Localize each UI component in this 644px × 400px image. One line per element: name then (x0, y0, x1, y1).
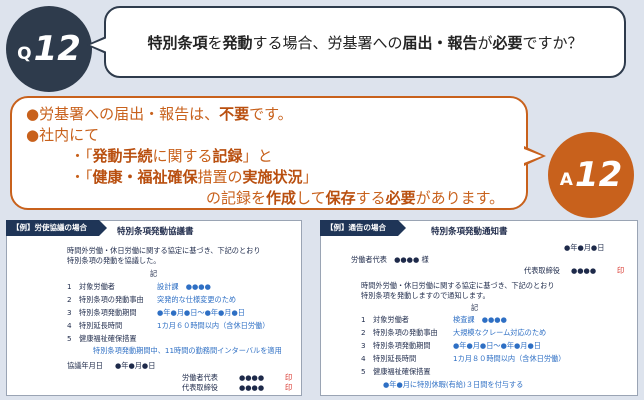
a-text: する (355, 189, 386, 207)
measure-text: 特別条項発動期間中、11時間の勤務間インターバルを適用 (93, 346, 282, 355)
a-emph: 実施状況 (242, 168, 303, 186)
row-label: 特別条項発動期間 (79, 308, 137, 317)
intro-line: 時間外労働・休日労働に関する協定に基づき、下記のとおり (361, 281, 555, 290)
signer-name: ●●●● (239, 373, 265, 382)
a-emph: 保存 (325, 189, 356, 207)
sender-name: ●●●● (571, 266, 597, 275)
q-part: 必要 (492, 33, 523, 52)
q-part: 届出・報告 (402, 33, 478, 52)
row-label: 対象労働者 (373, 315, 409, 324)
a-text: 」と (242, 147, 273, 165)
a-text: ・「 (70, 168, 93, 186)
answer-line-3: ・「発動手続に関する記録」と (26, 146, 512, 167)
measure-text: ●年●月に特別休暇(有給)３日間を付与する (383, 380, 524, 389)
answer-line-1: ●労基署への届出・報告は、不要です。 (26, 104, 512, 125)
question-text: 特別条項を発動する場合、労基署への届出・報告が必要ですか？ (147, 32, 582, 53)
a-text: 」 (302, 168, 318, 186)
row-no: 3 (67, 308, 72, 317)
signer-label: 代表取締役 (182, 383, 218, 392)
row-no: 5 (67, 334, 72, 343)
row-label: 健康福祉確保措置 (373, 367, 431, 376)
issue-date: ●年●月●日 (564, 243, 605, 252)
a-text: 措置の (197, 168, 243, 186)
date-label: 協議年月日 (67, 361, 103, 370)
a-emph: 健康・福祉確保 (92, 168, 198, 186)
question-bubble-tail-inner (90, 38, 107, 52)
answer-number: 12 (574, 155, 623, 195)
row-label: 特別条項の発動事由 (79, 295, 144, 304)
q-part: 発動 (222, 33, 253, 52)
answer-line-5: の記録を作成して保存する必要があります。 (26, 188, 512, 209)
answer-badge: A 12 (548, 132, 634, 218)
a-text: です。 (249, 105, 293, 123)
row-no: 2 (361, 328, 366, 337)
row-label: 特別条項の発動事由 (373, 328, 438, 337)
ki-label: 記 (150, 269, 158, 278)
signer-name: ●●●● (239, 383, 265, 392)
a-emph: 記録 (212, 147, 243, 165)
row-label: 特別条項発動期間 (373, 341, 431, 350)
a-emph: 発動手続 (92, 147, 153, 165)
document-tag: 【例】通告の場合 (320, 220, 406, 236)
question-bubble: 特別条項を発動する場合、労基署への届出・報告が必要ですか？ (104, 6, 626, 78)
row-value: 1カ月６０時間以内（含休日労働） (157, 321, 270, 330)
row-value: ●年●月●日～●年●月●日 (157, 308, 245, 317)
sender-label: 代表取締役 (524, 266, 560, 275)
q-part: する場合、労基署への (252, 33, 403, 52)
a-text: の記録を (206, 189, 267, 207)
addressee: 労働者代表 ●●●● 様 (351, 255, 429, 264)
document-title: 特別条項発動通知書 (431, 227, 508, 237)
intro-line: 特別条項を発動しますので通知します。 (361, 291, 490, 300)
signer-label: 労働者代表 (182, 373, 218, 382)
row-no: 1 (67, 282, 72, 291)
row-value: ●年●月●日～●年●月●日 (453, 341, 541, 350)
a-text: ・「 (70, 147, 93, 165)
row-no: 1 (361, 315, 366, 324)
question-number: 12 (33, 29, 81, 69)
q-part: が (477, 33, 493, 52)
a-emph: 不要 (219, 105, 250, 123)
seal-mark: 印 (617, 266, 625, 275)
ki-label: 記 (471, 303, 479, 312)
row-value: 設計課 ●●●● (157, 282, 211, 291)
question-badge: Q 12 (6, 6, 92, 92)
date-value: ●年●月●日 (115, 361, 156, 370)
answer-bubble: ●労基署への届出・報告は、不要です。 ●社内にて ・「発動手続に関する記録」と … (10, 96, 528, 210)
row-label: 健康福祉確保措置 (79, 334, 137, 343)
answer-bubble-tail-inner (524, 149, 542, 163)
row-no: 2 (67, 295, 72, 304)
answer-line-4: ・「健康・福祉確保措置の実施状況」 (26, 167, 512, 188)
row-label: 特別延長時間 (373, 354, 417, 363)
document-title: 特別条項発動協議書 (117, 227, 194, 237)
notification-document: 【例】通告の場合 特別条項発動通知書 ●年●月●日 労働者代表 ●●●● 様 代… (320, 220, 638, 396)
a-text: があります。 (415, 189, 505, 207)
intro-line: 時間外労働・休日労働に関する協定に基づき、下記のとおり (67, 246, 261, 255)
q-part: を (207, 33, 223, 52)
document-tag: 【例】労使協議の場合 (6, 220, 107, 236)
answer-line-2: ●社内にて (26, 126, 100, 144)
row-value: 突発的な仕様変更のため (157, 295, 237, 304)
row-no: 5 (361, 367, 366, 376)
a-emph: 作成 (266, 189, 297, 207)
seal-mark: 印 (285, 373, 293, 382)
intro-line: 特別条項の発動を協議した。 (67, 256, 161, 265)
row-value: 検査課 ●●●● (453, 315, 507, 324)
a-emph: 必要 (385, 189, 416, 207)
seal-mark: 印 (285, 383, 293, 392)
row-label: 特別延長時間 (79, 321, 123, 330)
question-letter: Q (17, 44, 32, 64)
row-value: 1カ月８０時間以内（含休日労働） (453, 354, 566, 363)
q-part: 特別条項 (147, 33, 208, 52)
row-no: 4 (361, 354, 366, 363)
consultation-document: 【例】労使協議の場合 特別条項発動協議書 時間外労働・休日労働に関する協定に基づ… (6, 220, 302, 396)
a-text: に関する (152, 147, 213, 165)
row-no: 4 (67, 321, 72, 330)
row-no: 3 (361, 341, 366, 350)
answer-letter: A (559, 170, 573, 190)
q-part: ですか？ (522, 33, 583, 52)
row-value: 大規模なクレーム対応のため (453, 328, 547, 337)
row-label: 対象労働者 (79, 282, 115, 291)
a-text: して (296, 189, 326, 207)
a-text: ●労基署への届出・報告は、 (26, 105, 220, 123)
